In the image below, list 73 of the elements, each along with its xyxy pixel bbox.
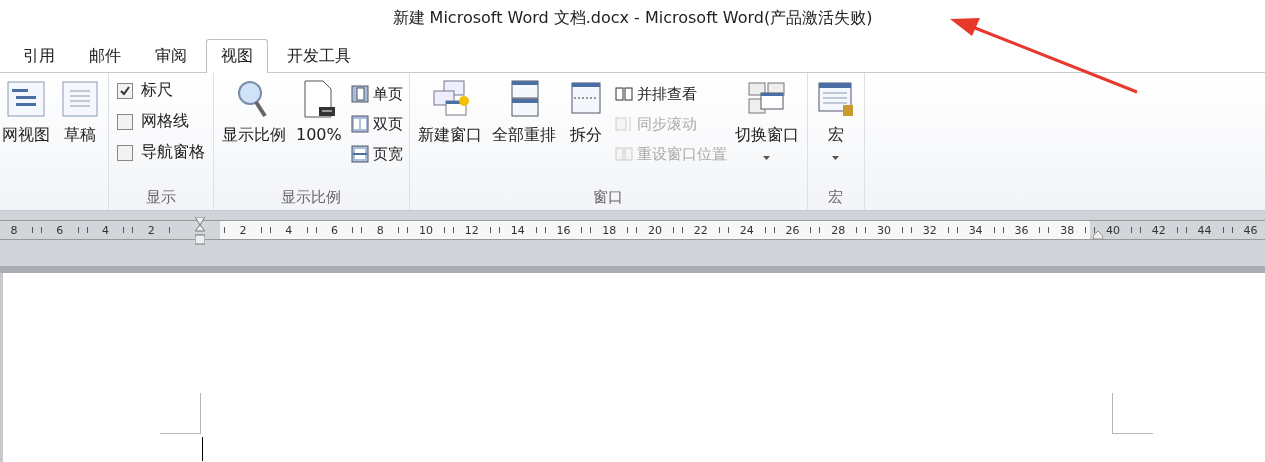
ruler-number: 14: [509, 223, 526, 237]
reset-windows-icon: [613, 144, 634, 164]
ruler-number: 36: [1013, 223, 1030, 237]
ribbon-button[interactable]: 页宽: [349, 141, 403, 167]
margin-mark: [1112, 393, 1153, 434]
ribbon-tab[interactable]: 审阅: [140, 39, 202, 73]
ribbon-dropdown[interactable]: 宏: [813, 77, 858, 184]
checkbox[interactable]: [117, 144, 133, 161]
ribbon-button[interactable]: 双页: [349, 111, 403, 137]
ruler-number: 34: [967, 223, 984, 237]
ribbon-tab[interactable]: 邮件: [74, 39, 136, 73]
ruler-number: 44: [1196, 223, 1213, 237]
group-label: 显示比例: [281, 187, 342, 207]
ruler-number: 4: [101, 223, 110, 237]
ruler-number: 10: [418, 223, 435, 237]
single-page-icon: [349, 84, 370, 104]
indent-marker[interactable]: [195, 217, 205, 245]
ribbon-button[interactable]: 网视图: [0, 77, 52, 184]
web-layout-icon: [6, 79, 46, 119]
ruler-number: 24: [738, 223, 755, 237]
ribbon-tab[interactable]: 引用: [8, 39, 70, 73]
ribbon-button[interactable]: 单页: [349, 81, 403, 107]
ruler-number: 26: [784, 223, 801, 237]
ruler-number: 6: [329, 223, 339, 237]
checkbox[interactable]: [117, 82, 133, 99]
macro-icon: [815, 79, 856, 119]
indent-marker[interactable]: [1093, 231, 1103, 239]
ruler-number: 46: [1242, 223, 1259, 237]
ruler-number: 28: [830, 223, 847, 237]
ribbon-button[interactable]: 100%: [294, 77, 344, 184]
ruler-number: 4: [284, 223, 294, 237]
ruler[interactable]: 8 6 4 2 2 4 6 8 10 12 14 16 18 20 22 24 26 28 30 32 34 36 38 40 42 44 46: [0, 220, 1265, 240]
ribbon-button[interactable]: 新建窗口: [415, 77, 484, 184]
checkbox-option[interactable]: 标尺: [115, 75, 207, 106]
text-cursor: [202, 437, 203, 461]
window-title: 新建 Microsoft Word 文档.docx - Microsoft Word(产品激活失败): [391, 6, 874, 29]
ruler-number: 32: [921, 223, 938, 237]
page-width-icon: [349, 144, 370, 164]
ribbon-dropdown[interactable]: 切换窗口: [732, 77, 801, 184]
group-label: 窗口: [593, 187, 624, 207]
group-label: 显示: [146, 187, 176, 207]
ruler-number: 22: [692, 223, 709, 237]
ruler-number: 8: [9, 223, 19, 237]
ribbon-button[interactable]: 显示比例: [220, 77, 288, 184]
ruler-number: 38: [1059, 223, 1076, 237]
caret-icon: [832, 156, 840, 160]
ruler-number: 6: [55, 223, 65, 237]
ruler-number: 30: [876, 223, 893, 237]
ruler-number: 8: [375, 223, 385, 237]
checkbox[interactable]: [117, 113, 133, 130]
checkbox-option[interactable]: 网格线: [115, 106, 207, 137]
ribbon-button[interactable]: 草稿: [58, 77, 102, 184]
ruler-number: 12: [463, 223, 480, 237]
sync-scroll-icon: [613, 114, 634, 134]
side-by-side-icon: [613, 84, 634, 104]
caret-icon: [763, 156, 771, 160]
two-pages-icon: [349, 114, 370, 134]
ruler-number: 16: [555, 223, 572, 237]
ribbon-tab[interactable]: 开发工具: [272, 39, 366, 73]
group-label: 宏: [828, 187, 844, 207]
checkbox-option[interactable]: 导航窗格: [115, 137, 207, 168]
draft-page-icon: [60, 79, 100, 119]
ribbon-button[interactable]: 拆分: [563, 77, 608, 184]
ribbon-button[interactable]: 全部重排: [489, 77, 558, 184]
ruler-number: 40: [1105, 223, 1121, 237]
ribbon-button[interactable]: 并排查看: [613, 81, 727, 107]
ruler-number: 18: [601, 223, 618, 237]
ruler-number: 2: [238, 223, 248, 237]
margin-mark: [160, 393, 201, 434]
ruler-number: 42: [1150, 223, 1167, 237]
ruler-number: 20: [647, 223, 664, 237]
ruler-number: 2: [146, 223, 156, 237]
ribbon-tab[interactable]: 视图: [206, 39, 268, 73]
